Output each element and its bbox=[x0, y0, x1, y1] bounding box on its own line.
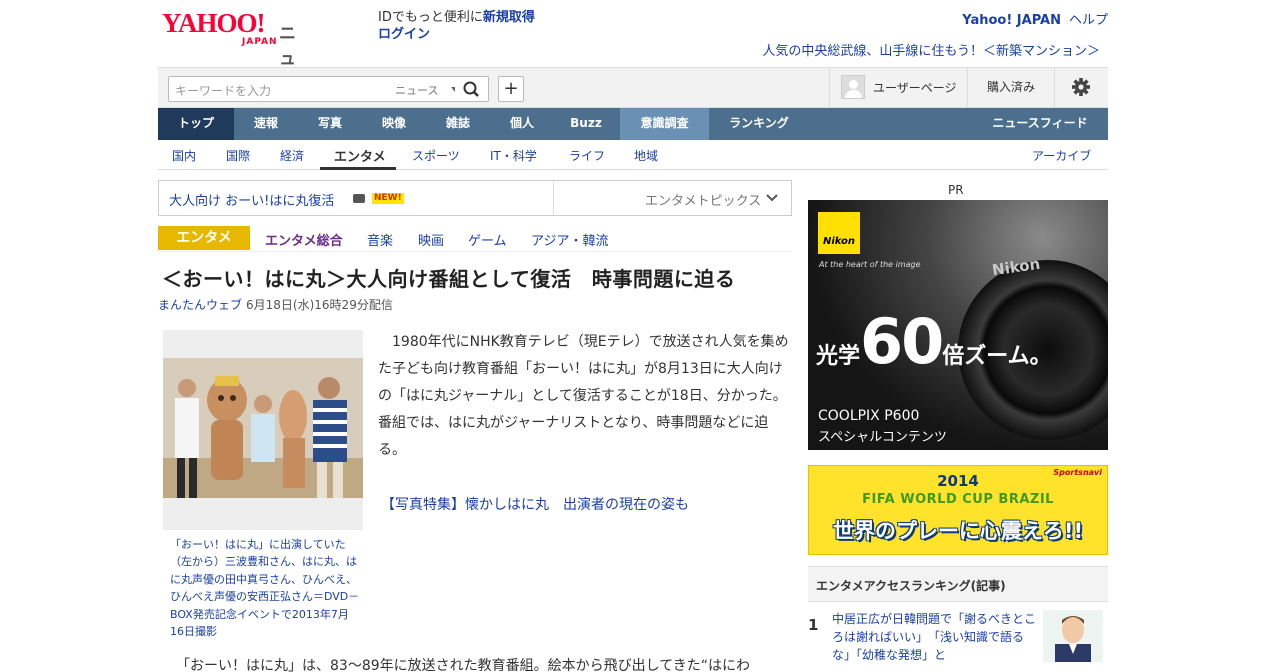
ranking-thumbnail[interactable] bbox=[1043, 610, 1103, 662]
nav-breaking[interactable]: 速報 bbox=[234, 108, 298, 140]
chevron-down-icon[interactable] bbox=[765, 193, 779, 203]
subnav-world[interactable]: 国際 bbox=[226, 147, 250, 164]
id-promo-text: IDでもっと便利に bbox=[378, 10, 483, 25]
ranking-number: 1 bbox=[808, 616, 819, 634]
subnav-economy[interactable]: 経済 bbox=[280, 147, 304, 164]
photo-caption[interactable]: 「おーい！はに丸」に出演していた（左から）三波豊和さん、はに丸、はに丸声優の田中… bbox=[170, 536, 360, 640]
nav-photo[interactable]: 写真 bbox=[298, 108, 362, 140]
nav-buzz[interactable]: Buzz bbox=[554, 108, 618, 140]
article-body-continued: 「おーい！はに丸」は、83～89年に放送された教育番組。絵本から飛び出してきた“… bbox=[176, 658, 751, 672]
yahoo-logo[interactable]: YAHOO! JAPAN ニュース bbox=[162, 8, 302, 119]
register-link[interactable]: 新規取得 bbox=[483, 10, 535, 25]
help-link[interactable]: ヘルプ bbox=[1069, 13, 1108, 28]
tab-ent-general[interactable]: エンタメ総合 bbox=[265, 230, 343, 249]
zoom-value: 60 bbox=[860, 305, 944, 378]
nav-top[interactable]: トップ bbox=[158, 108, 234, 140]
article-photo-image bbox=[163, 358, 363, 498]
tab-music[interactable]: 音楽 bbox=[367, 230, 393, 249]
header-links: Yahoo! JAPAN ヘルプ bbox=[962, 9, 1108, 28]
category-tabs: エンタメ エンタメ総合 音楽 映画 ゲーム アジア・韓流 bbox=[158, 226, 792, 252]
worldcup-ad[interactable]: Sportsnavi 2014 FIFA WORLD CUP BRAZIL 世界… bbox=[808, 465, 1108, 555]
zoom-copy: 光学60倍ズーム。 bbox=[816, 305, 1052, 378]
search-placeholder: キーワードを入力 bbox=[175, 84, 272, 98]
search-button[interactable] bbox=[455, 76, 489, 102]
nav-video[interactable]: 映像 bbox=[362, 108, 426, 140]
tab-game[interactable]: ゲーム bbox=[468, 230, 507, 249]
sub-nav: 国内 国際 経済 エンタメ スポーツ IT・科学 ライフ 地域 アーカイブ bbox=[158, 140, 1108, 170]
subnav-it-science[interactable]: IT・科学 bbox=[490, 147, 537, 164]
tab-movie[interactable]: 映画 bbox=[418, 230, 444, 249]
article-body: 1980年代にNHK教育テレビ（現Eテレ）で放送され人気を集めた子ども向け教育番… bbox=[378, 334, 789, 458]
category-badge: エンタメ bbox=[158, 226, 250, 250]
new-badge: NEW! bbox=[372, 193, 404, 204]
ranking-title: エンタメアクセスランキング(記事) bbox=[816, 579, 1006, 593]
nikon-logo: Nikon bbox=[818, 212, 860, 254]
nav-newsfeed[interactable]: ニュースフィード bbox=[978, 108, 1102, 140]
nikon-ad[interactable]: Nikon At the heart of the image Nikon 光学… bbox=[808, 200, 1108, 450]
camera-icon bbox=[353, 194, 365, 203]
worldcup-year: 2014 bbox=[937, 472, 979, 490]
tab-asia[interactable]: アジア・韓流 bbox=[531, 230, 608, 249]
pr-label: PR bbox=[948, 183, 964, 197]
ranking-header: エンタメアクセスランキング(記事) bbox=[808, 566, 1108, 602]
article-headline: ＜おーい！はに丸＞大人向け番組として復活 時事問題に迫る bbox=[162, 267, 736, 291]
plus-icon: + bbox=[503, 78, 519, 99]
article-photo[interactable] bbox=[163, 330, 363, 530]
logo-japan-text: JAPAN bbox=[242, 37, 278, 47]
ad-special-content: スペシャルコンテンツ bbox=[818, 430, 947, 445]
subnav-sports[interactable]: スポーツ bbox=[412, 147, 460, 164]
zoom-prefix: 光学 bbox=[816, 344, 861, 369]
ad-tagline: At the heart of the image bbox=[819, 260, 921, 269]
logo-yahoo-text: YAHOO! bbox=[162, 8, 266, 38]
gear-icon bbox=[1072, 78, 1090, 96]
publish-date: 6月18日(水)16時29分配信 bbox=[246, 298, 393, 312]
search-bar: キーワードを入力 ニュース + ユーザーページ 購入済み bbox=[158, 67, 1108, 108]
topic-bar: 大人向け おーい!はに丸復活 NEW! エンタメトピックス bbox=[158, 180, 792, 216]
user-page-label: ユーザーページ bbox=[873, 81, 957, 95]
nav-survey[interactable]: 意識調査 bbox=[620, 108, 709, 140]
nav-individual[interactable]: 個人 bbox=[490, 108, 554, 140]
avatar bbox=[841, 75, 865, 99]
header-ad-link[interactable]: 人気の中央総武線、山手線に住もう！＜新築マンション＞ bbox=[762, 40, 1100, 59]
nav-magazine[interactable]: 雑誌 bbox=[426, 108, 490, 140]
site-header: YAHOO! JAPAN ニュース IDでもっと便利に新規取得 ログイン Yah… bbox=[158, 0, 1108, 119]
subnav-domestic[interactable]: 国内 bbox=[172, 147, 196, 164]
search-icon bbox=[463, 81, 479, 97]
settings-button[interactable] bbox=[1054, 68, 1108, 107]
source-link[interactable]: まんたんウェブ bbox=[158, 298, 242, 312]
subnav-active-indicator bbox=[320, 167, 396, 170]
subnav-archive[interactable]: アーカイブ bbox=[1032, 147, 1091, 164]
id-promo: IDでもっと便利に新規取得 ログイン bbox=[378, 9, 535, 43]
add-button[interactable]: + bbox=[498, 76, 524, 102]
purchased-button[interactable]: 購入済み bbox=[967, 68, 1054, 107]
ranking-item[interactable]: 1 中居正広が日韓問題で「謝るべきところは謝ればいい」 「浅い知識で語るな」「幼… bbox=[808, 610, 1108, 672]
ranking-title-link[interactable]: 中居正広が日韓問題で「謝るべきところは謝ればいい」 「浅い知識で語るな」「幼稚な… bbox=[832, 610, 1037, 664]
user-page-button[interactable]: ユーザーページ bbox=[829, 68, 967, 107]
subnav-entertainment[interactable]: エンタメ bbox=[334, 146, 386, 165]
camera-model: COOLPIX P600 bbox=[818, 408, 920, 424]
topic-divider bbox=[553, 181, 554, 215]
worldcup-title: FIFA WORLD CUP BRAZIL bbox=[862, 492, 1054, 507]
search-input[interactable]: キーワードを入力 ニュース bbox=[168, 76, 468, 102]
article-meta: まんたんウェブ 6月18日(水)16時29分配信 bbox=[158, 296, 393, 313]
subnav-local[interactable]: 地域 bbox=[634, 147, 658, 164]
yahoo-japan-link[interactable]: Yahoo! JAPAN bbox=[962, 13, 1061, 28]
photo-feature-link[interactable]: 【写真特集】懐かしはに丸 出演者の現在の姿も bbox=[381, 494, 689, 514]
search-scope-select[interactable]: ニュース bbox=[395, 82, 438, 98]
login-link[interactable]: ログイン bbox=[378, 27, 430, 42]
topics-dropdown[interactable]: エンタメトピックス bbox=[645, 190, 761, 209]
zoom-suffix: 倍ズーム。 bbox=[942, 344, 1052, 369]
subnav-life[interactable]: ライフ bbox=[569, 147, 605, 164]
main-nav: トップ 速報 写真 映像 雑誌 個人 Buzz 意識調査 ランキング ニュースフ… bbox=[158, 108, 1108, 140]
worldcup-copy: 世界のプレーに心震えろ!! bbox=[832, 519, 1084, 543]
nav-ranking[interactable]: ランキング bbox=[709, 108, 809, 140]
topic-link[interactable]: 大人向け おーい!はに丸復活 bbox=[169, 190, 334, 209]
